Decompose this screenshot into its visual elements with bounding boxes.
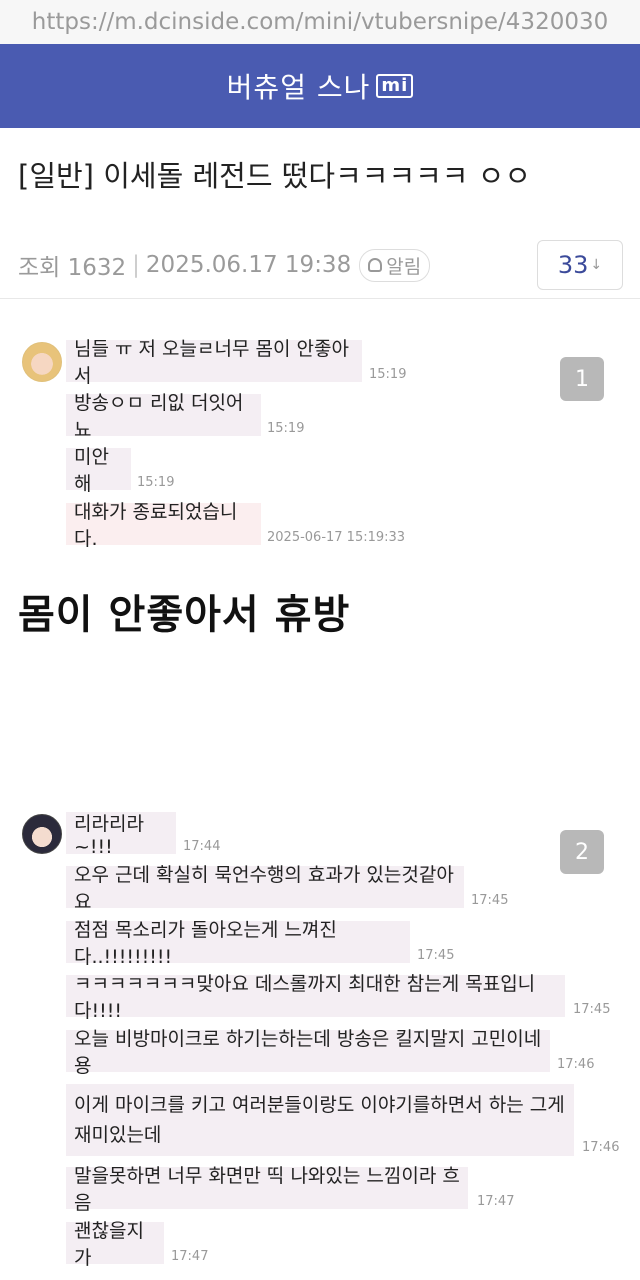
- chat-message: 방송ㅇㅁ 리잆 더잇어뇨: [66, 392, 261, 441]
- message-time: 17:45: [417, 948, 455, 963]
- chat-message-line: 재미있는데: [74, 1124, 162, 1146]
- message-time: 17:45: [573, 1002, 611, 1017]
- post-meta: 조회 1632 | 2025.06.17 19:38 알림: [18, 248, 431, 282]
- arrow-down-icon: ↓: [590, 257, 603, 273]
- post-title: [일반] 이세돌 레전드 떴다ㅋㅋㅋㅋㅋ ㅇㅇ: [18, 159, 532, 193]
- chat-message: 리라리라~!!!: [66, 812, 176, 858]
- alarm-label: 알림: [386, 255, 422, 278]
- chat-message: 이게 마이크를 키고 여러분들이랑도 이야기를하면서 하는 그게 재미있는데: [66, 1084, 574, 1156]
- chat-message-line: 이게 마이크를 키고 여러분들이랑도 이야기를하면서 하는 그게: [74, 1094, 565, 1116]
- message-time: 17:44: [183, 839, 221, 854]
- comment-count: 33: [557, 251, 589, 279]
- avatar: [22, 342, 62, 382]
- alarm-button[interactable]: 알림: [359, 248, 431, 282]
- chat-message: 말을못하면 너무 화면만 띡 나와있는 느낌이라 흐음: [66, 1165, 468, 1214]
- image-number-badge: 1: [560, 357, 604, 401]
- chat-message: 오우 근데 확실히 묵언수행의 효과가 있는것같아요: [66, 864, 464, 913]
- image-number-badge: 2: [560, 830, 604, 874]
- divider: [0, 298, 640, 299]
- comment-count-button[interactable]: 33 ↓: [537, 240, 623, 290]
- message-time: 2025-06-17 15:19:33: [267, 530, 406, 545]
- message-time: 17:45: [471, 893, 509, 908]
- post-datetime: 2025.06.17 19:38: [145, 252, 352, 278]
- url-bar[interactable]: https://m.dcinside.com/mini/vtubersnipe/…: [0, 0, 640, 44]
- message-time: 17:47: [477, 1194, 515, 1209]
- message-time: 17:47: [171, 1249, 209, 1264]
- board-header: 버츄얼 스나 mi: [0, 44, 640, 128]
- board-title[interactable]: 버츄얼 스나: [227, 66, 371, 106]
- message-time: 17:46: [582, 1140, 620, 1155]
- chat-message: 괜찮을지가: [66, 1220, 164, 1269]
- avatar: [22, 814, 62, 854]
- bell-icon: [368, 258, 383, 272]
- message-time: 15:19: [369, 367, 407, 382]
- post-caption: 몸이 안좋아서 휴방: [18, 592, 351, 638]
- chat-message: ㅋㅋㅋㅋㅋㅋㅋ맞아요 데스롤까지 최대한 참는게 목표입니다!!!!: [66, 973, 565, 1022]
- chat-message: 점점 목소리가 돌아오는게 느껴진다..!!!!!!!!!: [66, 919, 410, 968]
- chat-message: 미안해: [66, 446, 131, 495]
- message-time: 15:19: [267, 421, 305, 436]
- meta-divider: |: [132, 252, 140, 278]
- chat-message: 오늘 비방마이크로 하기는하는데 방송은 킬지말지 고민이네용: [66, 1028, 550, 1077]
- chat-end-notice: 대화가 종료되었습니다.: [66, 501, 261, 550]
- message-time: 15:19: [137, 475, 175, 490]
- url-text: https://m.dcinside.com/mini/vtubersnipe/…: [31, 9, 609, 35]
- view-count: 조회 1632: [18, 255, 127, 281]
- mini-gallery-icon: mi: [376, 74, 414, 98]
- message-time: 17:46: [557, 1057, 595, 1072]
- chat-message: 님들 ㅠ 저 오늘ㄹ너무 몸이 안좋아서: [66, 338, 362, 387]
